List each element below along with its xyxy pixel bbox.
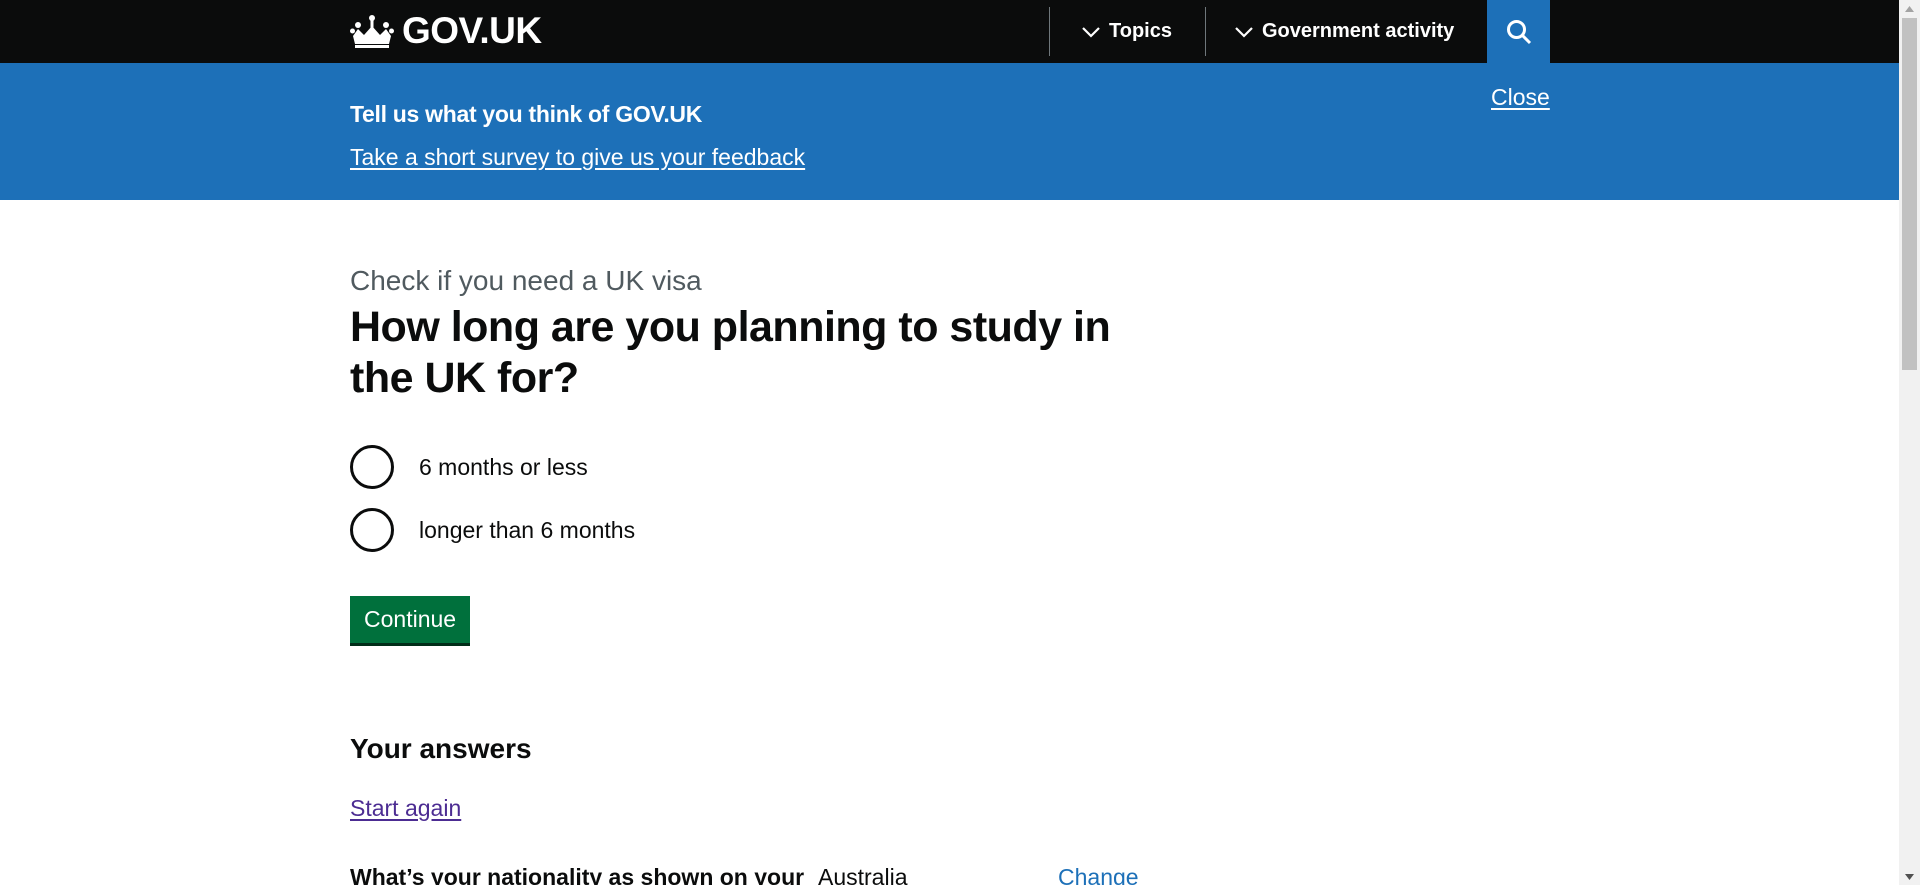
- nav-topics[interactable]: Topics: [1081, 0, 1172, 63]
- scroll-up-arrow-icon[interactable]: [1899, 0, 1920, 17]
- change-answer-link[interactable]: Change: [1058, 864, 1139, 885]
- scrollbar-thumb[interactable]: [1902, 18, 1917, 370]
- nav-government-activity[interactable]: Government activity: [1234, 0, 1454, 63]
- nav-divider: [1049, 7, 1050, 56]
- radio-option-6-months-or-less[interactable]: 6 months or less: [350, 445, 588, 489]
- survey-banner-title: Tell us what you think of GOV.UK: [350, 101, 703, 127]
- radio-option-longer-than-6-months[interactable]: longer than 6 months: [350, 508, 635, 552]
- your-answers-heading: Your answers: [350, 733, 532, 764]
- search-icon: [1506, 19, 1531, 44]
- radio-label[interactable]: 6 months or less: [419, 454, 588, 481]
- page-caption: Check if you need a UK visa: [350, 265, 702, 296]
- nav-government-activity-label: Government activity: [1262, 20, 1455, 42]
- vertical-scrollbar[interactable]: [1899, 0, 1920, 885]
- logo-text: GOV.UK: [402, 10, 542, 51]
- scroll-down-arrow-icon[interactable]: [1899, 868, 1920, 885]
- page-title: How long are you planning to study in th…: [350, 303, 1111, 402]
- answer-value: Australia: [818, 864, 908, 885]
- radio-label[interactable]: longer than 6 months: [419, 517, 635, 544]
- site-header: GOV.UK Topics Government activity: [0, 0, 1899, 63]
- nav-topics-label: Topics: [1109, 20, 1172, 42]
- crown-icon: [350, 15, 394, 48]
- chevron-down-icon: [1235, 26, 1253, 38]
- search-button[interactable]: [1487, 0, 1550, 63]
- survey-link[interactable]: Take a short survey to give us your feed…: [350, 144, 805, 171]
- chevron-down-icon: [1082, 26, 1100, 38]
- nav-divider: [1205, 7, 1206, 56]
- survey-banner: Tell us what you think of GOV.UK Take a …: [0, 63, 1899, 200]
- radio-button[interactable]: [350, 508, 394, 552]
- continue-button[interactable]: Continue: [350, 596, 471, 643]
- close-banner-link[interactable]: Close: [1491, 84, 1550, 111]
- answer-question: What’s your nationality as shown on your: [350, 864, 805, 885]
- govuk-logo-link[interactable]: GOV.UK: [350, 10, 542, 52]
- start-again-link[interactable]: Start again: [350, 795, 461, 822]
- radio-button[interactable]: [350, 445, 394, 489]
- page: GOV.UK Topics Government activity Tell u…: [0, 0, 1899, 885]
